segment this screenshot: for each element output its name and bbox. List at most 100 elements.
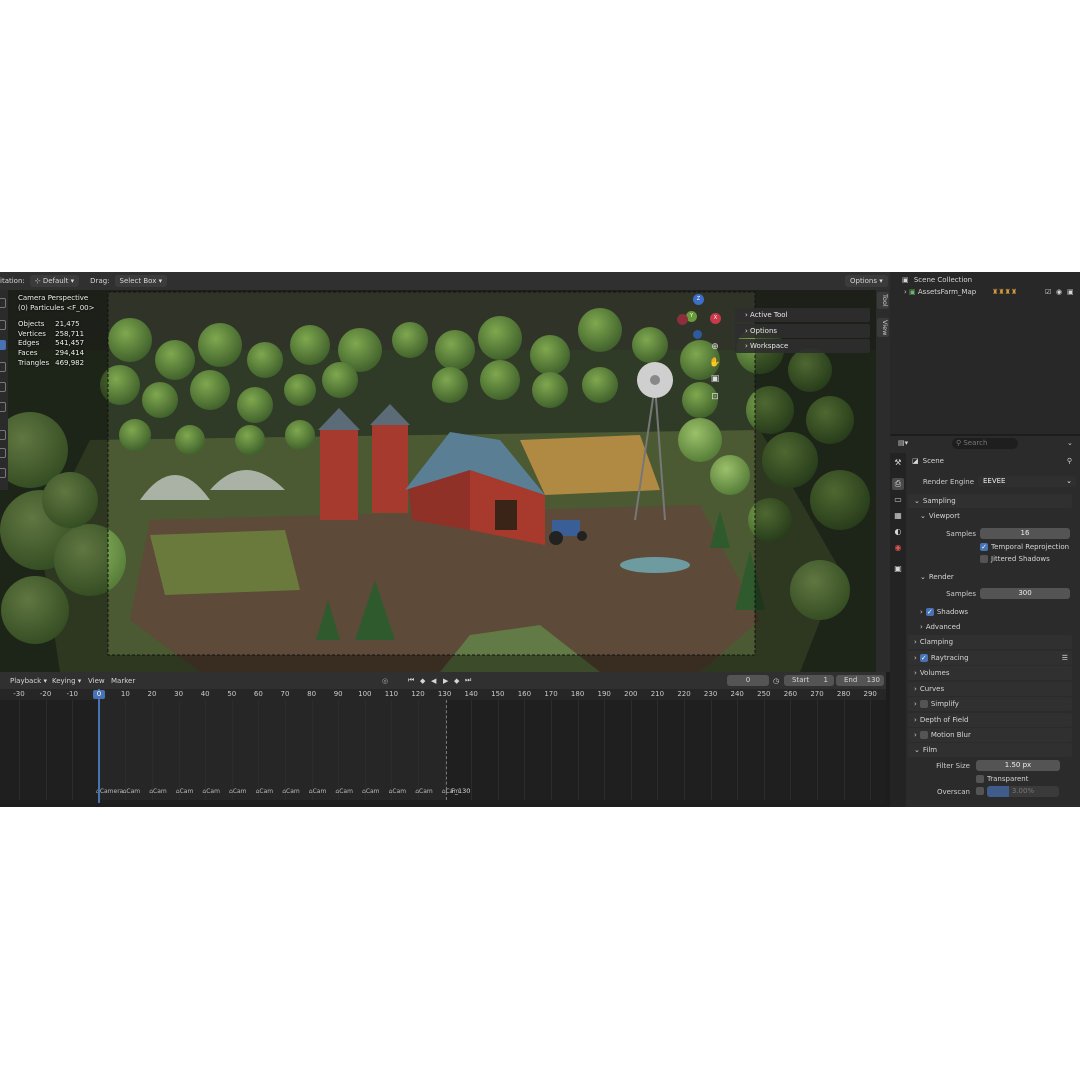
end-frame-line bbox=[446, 700, 447, 800]
motion-blur-section[interactable]: › Motion Blur bbox=[908, 728, 1072, 742]
gizmo-neg-x[interactable] bbox=[677, 314, 688, 325]
stopwatch-icon[interactable]: ◷ bbox=[773, 677, 779, 685]
chevron-down-icon[interactable]: ⌄ bbox=[1067, 439, 1073, 447]
play-icon[interactable]: ▶ bbox=[443, 677, 448, 685]
jump-keyframe-back-icon[interactable]: ◆ bbox=[420, 677, 425, 685]
jump-keyframe-next-icon[interactable]: ◆ bbox=[454, 677, 459, 685]
collection-tab-icon[interactable]: ▣ bbox=[892, 563, 904, 575]
simplify-section[interactable]: › Simplify bbox=[908, 697, 1072, 711]
film-section[interactable]: ⌄ Film bbox=[908, 743, 1072, 757]
output-tab-icon[interactable]: ▭ bbox=[892, 494, 904, 506]
playback-menu[interactable]: Playback ▾ bbox=[10, 677, 47, 685]
rotate-tool-icon[interactable] bbox=[0, 362, 6, 372]
pan-hand-icon[interactable]: ✋ bbox=[708, 358, 722, 372]
transparent-checkbox[interactable]: Transparent bbox=[976, 772, 1072, 786]
panel-active-tool[interactable]: › Active Tool bbox=[735, 308, 870, 322]
visibility-eye-icon[interactable]: ◉ bbox=[1056, 288, 1062, 296]
list-icon[interactable]: ☰ bbox=[1062, 654, 1068, 662]
panel-options[interactable]: › Options bbox=[735, 323, 870, 338]
camera-marker[interactable]: ⌂Cam bbox=[309, 788, 327, 795]
add-cube-icon[interactable] bbox=[0, 468, 6, 478]
view-menu[interactable]: View bbox=[88, 677, 105, 685]
world-tab-icon[interactable]: ◉ bbox=[892, 542, 904, 554]
overscan-field[interactable]: 3.00% bbox=[987, 786, 1059, 797]
properties-search[interactable]: ⚲ Search bbox=[952, 438, 1018, 449]
camera-marker[interactable]: ⌂Cam bbox=[123, 788, 141, 795]
camera-marker[interactable]: ⌂Cam bbox=[362, 788, 380, 795]
pin-icon[interactable]: ⚲ bbox=[1067, 457, 1072, 465]
select-tool-icon[interactable] bbox=[0, 298, 6, 308]
camera-marker[interactable]: ⌂Cam bbox=[176, 788, 194, 795]
panel-workspace[interactable]: › Workspace bbox=[735, 339, 870, 353]
lock-camera-icon[interactable]: ⊡ bbox=[708, 392, 722, 406]
keying-menu[interactable]: Keying ▾ bbox=[52, 677, 81, 685]
sampling-section[interactable]: ⌄ Sampling bbox=[908, 494, 1072, 508]
filter-size-field[interactable]: 1.50 px bbox=[976, 760, 1060, 771]
measure-tool-icon[interactable] bbox=[0, 448, 6, 458]
current-frame-field[interactable]: 0 bbox=[727, 675, 769, 686]
jittered-shadows-checkbox[interactable]: Jittered Shadows bbox=[980, 552, 1072, 566]
camera-marker[interactable]: ⌂Cam bbox=[282, 788, 300, 795]
camera-info: Camera Perspective (0) Particules <F_00> bbox=[18, 294, 94, 313]
render-samples-field[interactable]: 300 bbox=[980, 588, 1070, 599]
scale-tool-icon[interactable] bbox=[0, 382, 6, 392]
move-tool-icon[interactable] bbox=[0, 340, 6, 350]
camera-marker[interactable]: ⌂Camera bbox=[96, 788, 123, 795]
start-frame-field[interactable]: Start 1 bbox=[784, 675, 834, 686]
view-layer-tab-icon[interactable]: ▦ bbox=[892, 510, 904, 522]
camera-marker[interactable]: ⌂Cam bbox=[389, 788, 407, 795]
scene-collection-row[interactable]: ▣ Scene Collection bbox=[902, 276, 972, 284]
advanced-subsection[interactable]: › Advanced bbox=[920, 620, 1072, 634]
annotate-tool-icon[interactable] bbox=[0, 430, 6, 440]
tool-tab-icon[interactable]: ⚒ bbox=[892, 457, 904, 469]
play-reverse-icon[interactable]: ◀ bbox=[431, 677, 436, 685]
auto-keying-icon[interactable]: ◎ bbox=[382, 677, 388, 685]
jump-start-icon[interactable]: ⏮ bbox=[408, 676, 414, 685]
viewport-samples-field[interactable]: 16 bbox=[980, 528, 1070, 539]
frame-ruler[interactable]: -30 -20 -10 0 10 20 30 40 50 60 70 80 90 100 110 120 130… bbox=[0, 689, 886, 700]
camera-marker[interactable]: ⌂Cam bbox=[229, 788, 247, 795]
camera-marker[interactable]: ⌂Cam bbox=[415, 788, 433, 795]
viewport-subsection[interactable]: ⌄ Viewport bbox=[920, 509, 1072, 523]
camera-marker[interactable]: ⌂Cam bbox=[256, 788, 274, 795]
playhead[interactable] bbox=[98, 689, 100, 803]
assets-collection-row[interactable]: › ▣ AssetsFarm_Map ♜♜♜♜ ☑ ◉ ▣ bbox=[904, 288, 1074, 296]
curves-section[interactable]: › Curves bbox=[908, 682, 1072, 696]
end-frame-field[interactable]: End 130 bbox=[836, 675, 884, 686]
tab-tool[interactable]: Tool bbox=[877, 292, 889, 309]
gizmo-neg-z[interactable] bbox=[693, 330, 702, 339]
camera-marker[interactable]: ⌂Cam bbox=[335, 788, 353, 795]
playhead-frame-badge[interactable]: 0 bbox=[93, 690, 105, 699]
jump-end-icon[interactable]: ⏭ bbox=[465, 676, 471, 685]
timeline-body[interactable]: F_130 ⌂Camera⌂Cam⌂Cam⌂Cam⌂Cam⌂Cam⌂Cam⌂Ca… bbox=[0, 700, 886, 803]
raytracing-section[interactable]: › ✓ Raytracing ☰ bbox=[908, 651, 1072, 665]
exclude-checkbox[interactable]: ☑ bbox=[1045, 288, 1051, 296]
render-subsection[interactable]: ⌄ Render bbox=[920, 570, 1072, 584]
cursor-tool-icon[interactable] bbox=[0, 320, 6, 330]
depth-of-field-section[interactable]: › Depth of Field bbox=[908, 713, 1072, 727]
gizmo-x-axis[interactable]: X bbox=[710, 313, 721, 324]
gizmo-z-axis[interactable]: Z bbox=[693, 294, 704, 305]
clamping-section[interactable]: › Clamping bbox=[908, 635, 1072, 649]
render-camera-icon[interactable]: ▣ bbox=[1067, 288, 1074, 296]
zoom-icon[interactable]: ⊕ bbox=[708, 342, 722, 356]
stat-value: 21,475 bbox=[55, 320, 80, 328]
camera-marker[interactable]: ⌂Cam bbox=[202, 788, 220, 795]
render-engine-dropdown[interactable]: EEVEE ⌄ bbox=[978, 476, 1076, 487]
drag-dropdown[interactable]: Select Box ▾ bbox=[114, 275, 168, 287]
orientation-dropdown[interactable]: ⊹ Default ▾ bbox=[29, 275, 80, 287]
camera-marker[interactable]: ⌂Cam bbox=[442, 788, 460, 795]
marker-menu[interactable]: Marker bbox=[111, 677, 135, 685]
tab-view[interactable]: View bbox=[877, 318, 889, 338]
shadows-subsection[interactable]: › ✓ Shadows bbox=[920, 605, 1072, 619]
editor-type-icon[interactable]: ▤▾ bbox=[898, 439, 908, 447]
overscan-checkbox[interactable] bbox=[976, 787, 984, 795]
camera-marker[interactable]: ⌂Cam bbox=[149, 788, 167, 795]
3d-viewport[interactable]: Camera Perspective (0) Particules <F_00>… bbox=[0, 290, 876, 672]
options-dropdown[interactable]: Options ▾ bbox=[845, 275, 888, 287]
volumes-section[interactable]: › Volumes bbox=[908, 666, 1072, 680]
transform-tool-icon[interactable] bbox=[0, 402, 6, 412]
render-tab-icon[interactable]: ⎙ bbox=[892, 478, 904, 490]
scene-tab-icon[interactable]: ◐ bbox=[892, 526, 904, 538]
camera-view-icon[interactable]: ▣ bbox=[708, 374, 722, 388]
